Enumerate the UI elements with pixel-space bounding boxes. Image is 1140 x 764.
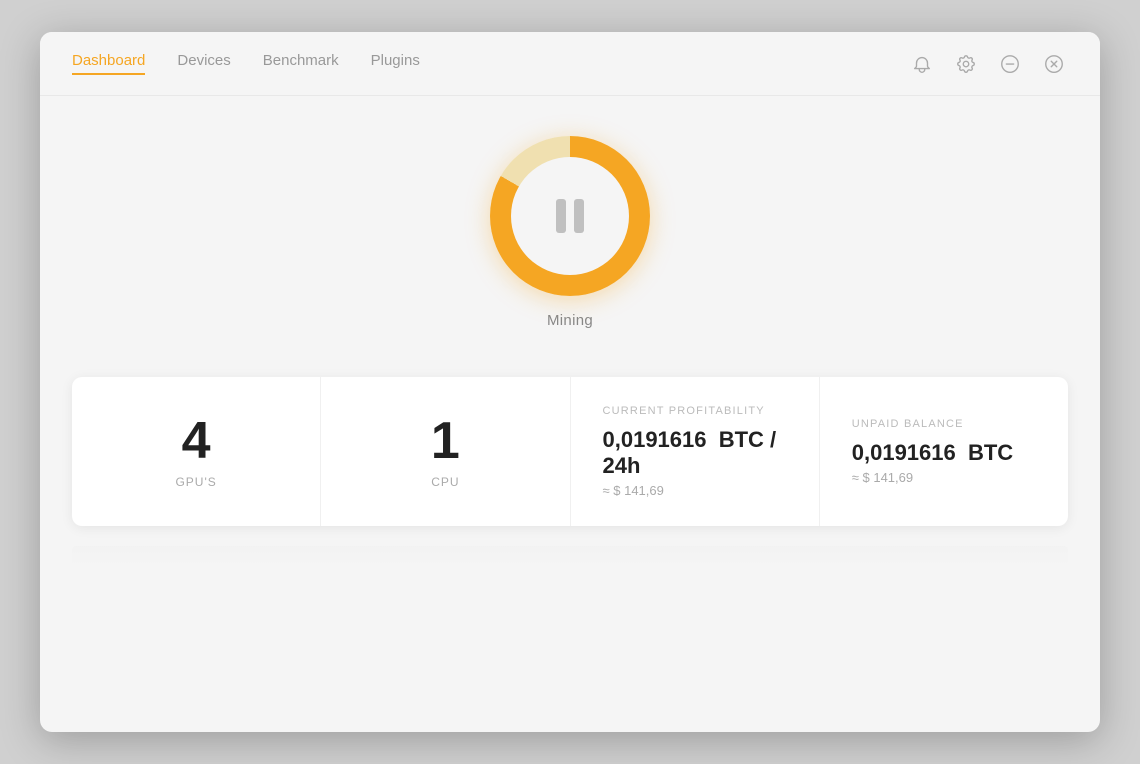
balance-btc-value: 0,0191616 (852, 440, 956, 465)
nav-right (908, 50, 1068, 78)
nav-left: Dashboard Devices Benchmark Plugins (72, 52, 420, 75)
minimize-icon[interactable] (996, 50, 1024, 78)
nav-benchmark[interactable]: Benchmark (263, 52, 339, 75)
balance-title: UNPAID BALANCE (852, 418, 964, 430)
cpu-count: 1 (431, 415, 460, 467)
nav-bar: Dashboard Devices Benchmark Plugins (40, 32, 1100, 96)
cpu-label: CPU (431, 475, 459, 489)
profitability-title: CURRENT PROFITABILITY (603, 405, 765, 417)
balance-btc: 0,0191616 BTC (852, 440, 1013, 466)
profitability-usd: ≈ $ 141,69 (603, 483, 664, 498)
gpu-count: 4 (182, 415, 211, 467)
main-content: Mining 4 GPU'S 1 CPU CURRENT PROFITABILI… (40, 96, 1100, 732)
nav-plugins[interactable]: Plugins (371, 52, 420, 75)
settings-svg (955, 53, 977, 75)
gpu-label: GPU'S (175, 475, 216, 489)
balance-card: UNPAID BALANCE 0,0191616 BTC ≈ $ 141,69 (820, 377, 1068, 526)
app-window: Dashboard Devices Benchmark Plugins (40, 32, 1100, 732)
bottom-hint (72, 546, 1068, 566)
bell-svg (911, 53, 933, 75)
minimize-svg (999, 53, 1021, 75)
pause-bar-right (574, 199, 584, 233)
mining-button-wrapper (490, 136, 650, 296)
mining-section: Mining (490, 136, 650, 329)
bell-icon[interactable] (908, 50, 936, 78)
pause-bar-left (556, 199, 566, 233)
balance-usd: ≈ $ 141,69 (852, 470, 913, 485)
nav-devices[interactable]: Devices (177, 52, 230, 75)
mining-button[interactable] (490, 136, 650, 296)
close-icon[interactable] (1040, 50, 1068, 78)
gpu-stat-card: 4 GPU'S (72, 377, 321, 526)
nav-dashboard[interactable]: Dashboard (72, 52, 145, 75)
profitability-card: CURRENT PROFITABILITY 0,0191616 BTC / 24… (571, 377, 820, 526)
close-svg (1043, 53, 1065, 75)
profitability-btc-value: 0,0191616 (603, 427, 707, 452)
pause-icon (556, 199, 584, 233)
mining-ring-inner (511, 157, 629, 275)
stats-row: 4 GPU'S 1 CPU CURRENT PROFITABILITY 0,01… (72, 377, 1068, 526)
settings-icon[interactable] (952, 50, 980, 78)
cpu-stat-card: 1 CPU (321, 377, 570, 526)
mining-label: Mining (547, 312, 593, 329)
balance-btc-unit: BTC (968, 440, 1013, 465)
profitability-btc: 0,0191616 BTC / 24h (603, 427, 787, 479)
